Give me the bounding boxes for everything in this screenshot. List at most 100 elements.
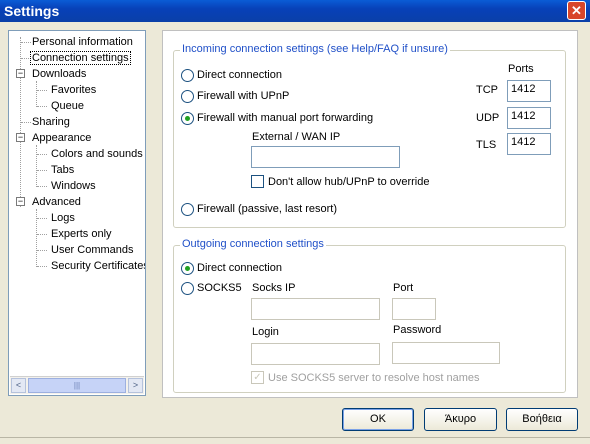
login-label: Login — [252, 326, 279, 338]
checkmark-icon: ✓ — [253, 372, 262, 383]
outgoing-socks5-radio[interactable] — [181, 282, 194, 295]
settings-panel: Incoming connection settings (see Help/F… — [162, 30, 578, 398]
port-label: Port — [393, 282, 414, 294]
tree-line — [37, 90, 47, 91]
tree-item-experts-only[interactable]: Experts only — [51, 228, 112, 240]
override-checkbox[interactable] — [251, 175, 264, 188]
tree-item-favorites[interactable]: Favorites — [51, 84, 96, 96]
cancel-button[interactable]: Άκυρο — [424, 408, 497, 431]
tree-item-user-commands[interactable]: User Commands — [51, 244, 134, 256]
tree-item-label: Security Certificates — [51, 260, 146, 272]
socks-ip-label: Socks IP — [252, 282, 296, 294]
outgoing-connection-group: Outgoing connection settings Direct conn… — [173, 238, 566, 393]
minus-box-icon[interactable]: − — [16, 197, 25, 206]
incoming-manual-label: Firewall with manual port forwarding — [197, 112, 374, 124]
override-label: Don't allow hub/UPnP to override — [268, 176, 430, 188]
ports-label: Ports — [508, 63, 534, 75]
incoming-group-title: Incoming connection settings (see Help/F… — [180, 43, 450, 55]
incoming-upnp-radio[interactable] — [181, 90, 194, 103]
minus-box-icon[interactable]: − — [16, 133, 25, 142]
incoming-direct-label: Direct connection — [197, 69, 282, 81]
incoming-connection-group: Incoming connection settings (see Help/F… — [173, 43, 566, 228]
incoming-manual-radio[interactable] — [181, 112, 194, 125]
tree-item-label: Tabs — [51, 164, 75, 176]
tls-port-input[interactable]: 1412 — [507, 133, 551, 155]
tree-line — [21, 122, 31, 123]
tcp-port-input[interactable]: 1412 — [507, 80, 551, 102]
tls-label: TLS — [476, 139, 497, 151]
udp-port-input[interactable]: 1412 — [507, 107, 551, 129]
incoming-passive-label: Firewall (passive, last resort) — [197, 203, 337, 215]
socks-ip-input[interactable] — [251, 298, 380, 320]
close-icon: ✕ — [571, 3, 582, 18]
tree-item-appearance[interactable]: Appearance — [32, 132, 91, 144]
tree-line — [37, 154, 47, 155]
tree-item-sharing[interactable]: Sharing — [32, 116, 70, 128]
title-bar: Settings ✕ — [0, 0, 590, 22]
tree-item-label: Advanced — [32, 196, 81, 208]
close-button[interactable]: ✕ — [567, 1, 586, 20]
tree-item-logs[interactable]: Logs — [51, 212, 75, 224]
horizontal-scrollbar[interactable]: < ||| > — [10, 376, 144, 394]
resolve-checkbox[interactable]: ✓ — [251, 371, 264, 384]
tree-item-personal-information[interactable]: Personal information — [32, 36, 133, 48]
minus-box-icon[interactable]: − — [16, 69, 25, 78]
wan-ip-input[interactable] — [251, 146, 400, 168]
tree-item-security-certificates[interactable]: Security Certificates — [51, 260, 146, 272]
ok-button[interactable]: OK — [342, 408, 414, 431]
tree-line — [37, 266, 47, 267]
settings-tree[interactable]: Personal information Connection settings… — [8, 30, 146, 396]
tree-item-label: Windows — [51, 180, 96, 192]
tree-item-label: Favorites — [51, 84, 97, 96]
tree-item-connection-settings[interactable]: Connection settings — [30, 51, 131, 65]
outgoing-group-title: Outgoing connection settings — [180, 238, 326, 250]
incoming-upnp-label: Firewall with UPnP — [197, 90, 290, 102]
tree-item-label: Colors and sounds — [51, 148, 143, 160]
incoming-direct-radio[interactable] — [181, 69, 194, 82]
incoming-passive-radio[interactable] — [181, 203, 194, 216]
password-label: Password — [393, 324, 442, 336]
socks-port-input[interactable] — [392, 298, 436, 320]
grip-icon: ||| — [73, 381, 81, 390]
tree-item-label: User Commands — [51, 244, 134, 256]
chevron-right-icon: > — [132, 380, 139, 390]
window-title: Settings — [4, 3, 60, 19]
tree-line — [36, 81, 37, 107]
udp-label: UDP — [476, 112, 500, 124]
tree-line — [37, 170, 47, 171]
tree-line — [37, 186, 47, 187]
outgoing-direct-label: Direct connection — [197, 262, 282, 274]
scroll-thumb[interactable]: ||| — [28, 378, 126, 393]
outgoing-direct-radio[interactable] — [181, 262, 194, 275]
login-input[interactable] — [251, 343, 380, 365]
tree-item-label: Experts only — [51, 228, 112, 240]
tree-item-label: Connection settings — [32, 52, 129, 64]
scroll-right-button[interactable]: > — [128, 378, 143, 393]
tree-item-label: Appearance — [32, 132, 92, 144]
tree-item-label: Queue — [51, 100, 85, 112]
tree-item-label: Sharing — [32, 116, 70, 128]
tree-item-windows[interactable]: Windows — [51, 180, 96, 192]
wan-ip-label: External / WAN IP — [252, 131, 341, 143]
password-input[interactable] — [392, 342, 500, 364]
tree-item-label: Downloads — [32, 68, 87, 80]
tree-line — [21, 42, 31, 43]
tree-line — [37, 218, 47, 219]
resolve-label: Use SOCKS5 server to resolve host names — [268, 372, 480, 384]
tree-item-downloads[interactable]: Downloads — [32, 68, 86, 80]
tree-line — [37, 250, 47, 251]
tree-item-advanced[interactable]: Advanced — [32, 196, 81, 208]
help-button[interactable]: Βοήθεια — [506, 408, 578, 431]
outgoing-socks5-label: SOCKS5 — [197, 282, 242, 294]
tcp-label: TCP — [476, 84, 498, 96]
tree-item-label: Personal information — [32, 36, 133, 48]
tree-item-tabs[interactable]: Tabs — [51, 164, 74, 176]
tree-item-label: Logs — [51, 212, 75, 224]
tree-line — [37, 106, 47, 107]
scroll-left-button[interactable]: < — [11, 378, 26, 393]
tree-line — [37, 234, 47, 235]
tree-line — [36, 145, 37, 187]
tree-item-colors-and-sounds[interactable]: Colors and sounds — [51, 148, 143, 160]
chevron-left-icon: < — [15, 380, 22, 390]
tree-item-queue[interactable]: Queue — [51, 100, 84, 112]
